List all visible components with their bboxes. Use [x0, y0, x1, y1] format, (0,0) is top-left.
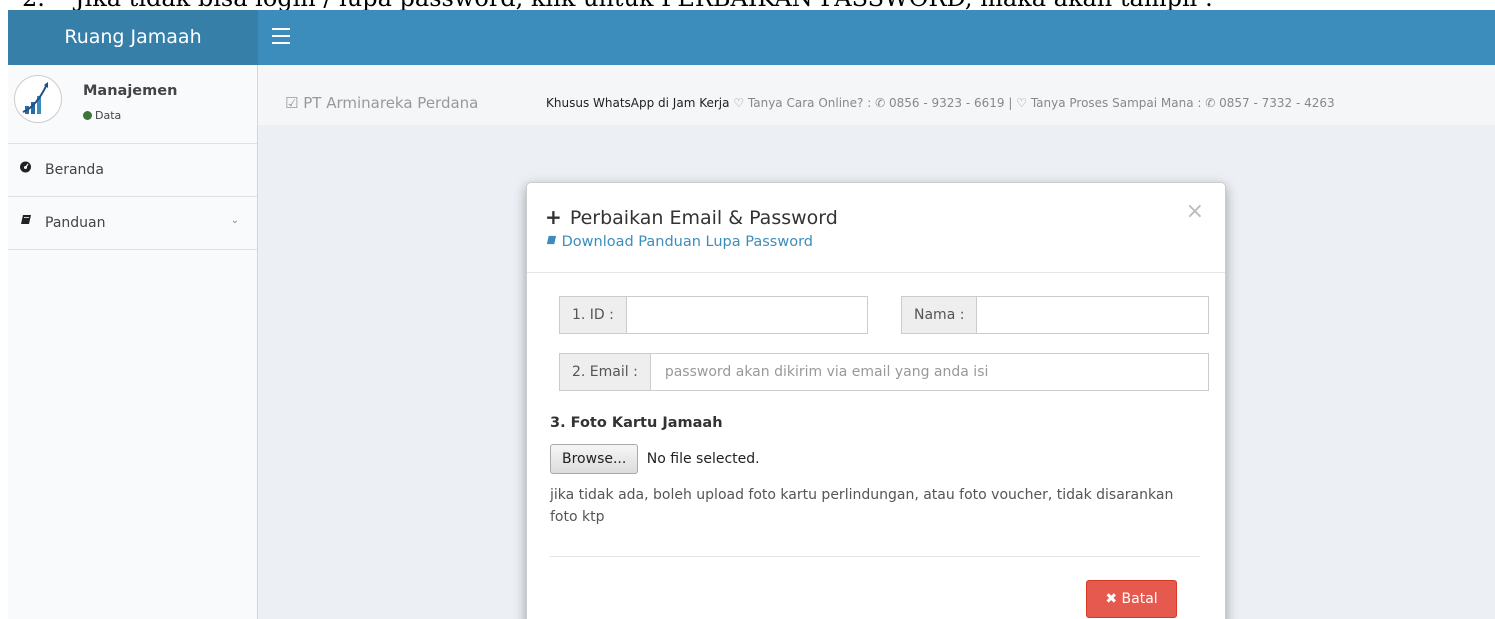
- divider: [550, 556, 1200, 557]
- sidebar-toggle-icon[interactable]: [272, 28, 290, 44]
- contact-separator: |: [1008, 96, 1013, 110]
- top-navbar: Ruang Jamaah: [8, 10, 1495, 65]
- sidebar-item-label: Panduan: [45, 215, 106, 231]
- photo-section-label: 3. Foto Kartu Jamaah: [550, 415, 723, 431]
- process-label: Tanya Proses Sampai Mana :: [1030, 96, 1202, 110]
- sidebar-item-beranda[interactable]: Beranda: [8, 144, 257, 197]
- id-input[interactable]: [626, 297, 867, 333]
- contact-prefix: Khusus WhatsApp di Jam Kerja: [546, 96, 730, 110]
- app-logo[interactable]: Ruang Jamaah: [8, 10, 258, 65]
- cancel-button[interactable]: ✖ Batal: [1086, 580, 1177, 618]
- online-phone: 0856 - 9323 - 6619: [888, 96, 1005, 110]
- app-window: Ruang Jamaah Manajemen Data Beranda Pand…: [8, 10, 1495, 619]
- email-input[interactable]: [650, 354, 1208, 390]
- plus-icon: +: [545, 205, 562, 229]
- chevron-down-icon: ⌄: [230, 215, 239, 226]
- email-input-group: 2. Email :: [559, 353, 1209, 391]
- heart-icon: ♡: [733, 96, 745, 110]
- download-guide-link[interactable]: Download Panduan Lupa Password: [545, 234, 813, 250]
- cancel-label: Batal: [1121, 591, 1158, 607]
- dashboard-icon: [19, 144, 32, 196]
- phone-icon: ✆: [875, 96, 886, 110]
- sidebar: Manajemen Data Beranda Panduan ⌄: [8, 65, 258, 619]
- online-label: Tanya Cara Online? :: [747, 96, 872, 110]
- user-status: Data: [83, 109, 121, 122]
- process-phone: 0857 - 7332 - 4263: [1219, 96, 1335, 110]
- heart-icon: ♡: [1016, 96, 1027, 110]
- close-icon[interactable]: ×: [1186, 199, 1204, 224]
- file-status: No file selected.: [646, 451, 760, 467]
- nama-label: Nama :: [902, 297, 978, 333]
- user-status-label: Data: [95, 109, 122, 122]
- id-label: 1. ID :: [560, 297, 627, 333]
- sidebar-item-label: Beranda: [45, 162, 104, 178]
- modal-title: + Perbaikan Email & Password: [545, 205, 838, 229]
- check-square-icon: ☑: [285, 94, 299, 112]
- company-name: ☑ PT Arminareka Perdana: [285, 94, 478, 112]
- file-input: Browse... No file selected.: [550, 444, 760, 474]
- content-header: ☑ PT Arminareka Perdana Khusus WhatsApp …: [258, 65, 1495, 125]
- nama-input-group: Nama :: [901, 296, 1209, 334]
- id-input-group: 1. ID :: [559, 296, 868, 334]
- book-icon: [545, 234, 562, 250]
- company-name-text: PT Arminareka Perdana: [303, 94, 479, 112]
- password-reset-modal: + Perbaikan Email & Password Download Pa…: [526, 182, 1226, 619]
- photo-hint: jika tidak ada, boleh upload foto kartu …: [550, 487, 1174, 525]
- download-guide-label: Download Panduan Lupa Password: [561, 234, 813, 250]
- nama-input[interactable]: [977, 297, 1208, 333]
- modal-title-text: Perbaikan Email & Password: [569, 207, 838, 229]
- online-dot-icon: [83, 111, 92, 120]
- avatar: [14, 75, 62, 123]
- browse-button[interactable]: Browse...: [550, 444, 639, 474]
- sidebar-item-panduan[interactable]: Panduan ⌄: [8, 197, 257, 250]
- user-name: Manajemen: [83, 83, 178, 99]
- phone-icon: ✆: [1205, 96, 1216, 110]
- contact-info: Khusus WhatsApp di Jam Kerja ♡ Tanya Car…: [546, 96, 1335, 110]
- modal-header: + Perbaikan Email & Password Download Pa…: [527, 183, 1225, 273]
- book-icon: [19, 197, 32, 249]
- email-label: 2. Email :: [560, 354, 651, 390]
- close-icon: ✖: [1105, 591, 1118, 607]
- user-panel: Manajemen Data: [8, 65, 257, 144]
